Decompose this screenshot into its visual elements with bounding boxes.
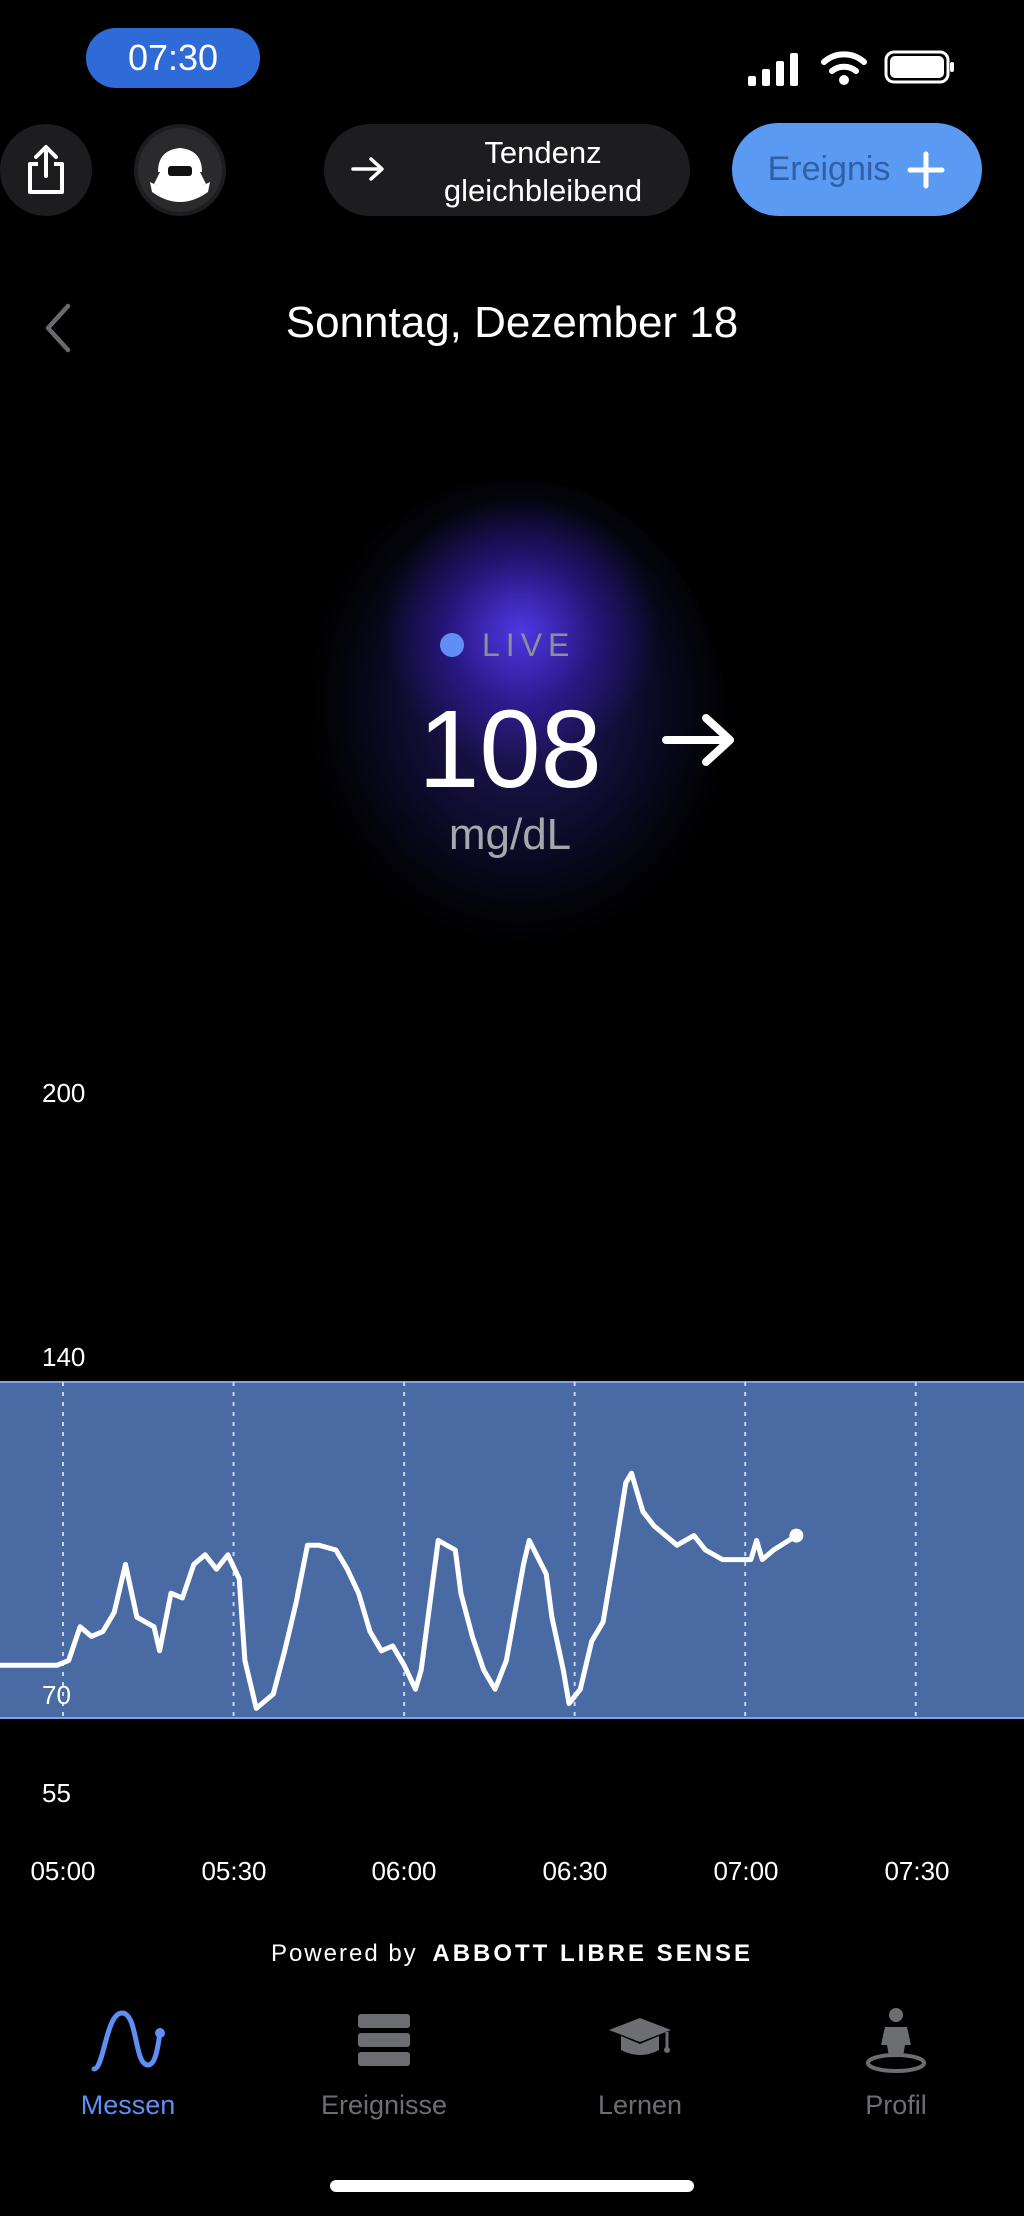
- live-dot: [440, 633, 464, 657]
- share-icon: [28, 145, 64, 194]
- arrow-right-icon: [351, 157, 384, 181]
- x-tick-label: 06:30: [542, 1856, 608, 1886]
- tab-lernen[interactable]: Lernen: [540, 2000, 740, 2121]
- tab-ereignisse[interactable]: Ereignisse: [284, 2000, 484, 2121]
- avatar-icon: [138, 128, 222, 212]
- tab-messen[interactable]: Messen: [28, 2000, 228, 2121]
- target-range-band: [0, 1382, 1024, 1718]
- event-button-label: Ereignis: [767, 150, 891, 188]
- tab-label: Lernen: [597, 2090, 683, 2120]
- powered-by: Powered by ABBOTT LIBRE SENSE: [0, 1940, 1024, 1968]
- share-button[interactable]: [0, 124, 92, 216]
- add-event-button[interactable]: Ereignis: [732, 123, 982, 216]
- home-indicator: [330, 2180, 694, 2192]
- plus-icon: [907, 151, 945, 188]
- powered-prefix: Powered by: [270, 1940, 418, 1967]
- arrow-right-icon: [662, 714, 734, 766]
- tab-label: Ereignisse: [320, 2090, 448, 2120]
- trend-indicator[interactable]: Tendenz gleichbleibend: [324, 124, 690, 216]
- sensor-wave-icon: [91, 2010, 165, 2072]
- x-tick-label: 05:30: [201, 1856, 267, 1886]
- graduation-cap-icon: [609, 2018, 671, 2055]
- live-indicator: LIVE: [440, 625, 575, 665]
- current-reading-point: [789, 1528, 804, 1543]
- cellular-signal-icon: [748, 53, 798, 86]
- y-tick-label: 55: [42, 1778, 71, 1808]
- y-tick-label: 140: [42, 1342, 86, 1372]
- y-tick-label: 70: [42, 1680, 71, 1710]
- powered-brand: ABBOTT LIBRE SENSE: [432, 1940, 754, 1967]
- avatar-button[interactable]: [134, 124, 226, 216]
- wifi-icon: [821, 51, 867, 85]
- tab-label: Messen: [80, 2090, 176, 2120]
- glucose-value: 108: [418, 688, 602, 811]
- status-time: 07:30: [86, 28, 260, 88]
- x-tick-label: 05:00: [30, 1856, 96, 1886]
- glucose-chart: [0, 1381, 1024, 1719]
- person-icon: [866, 2008, 926, 2073]
- date-title: Sonntag, Dezember 18: [285, 298, 739, 347]
- trend-label: Tendenz gleichbleibend: [443, 135, 643, 208]
- live-label: LIVE: [482, 626, 576, 663]
- tab-profil[interactable]: Profil: [796, 2000, 996, 2121]
- battery-icon: [884, 50, 954, 84]
- tab-label: Profil: [865, 2090, 927, 2120]
- tab-bar: Messen Ereignisse Lernen Profil: [0, 2000, 1024, 2150]
- x-tick-label: 06:00: [371, 1856, 437, 1886]
- x-tick-label: 07:30: [884, 1856, 950, 1886]
- glucose-screen: 07:30 Tendenz gleichbleibend Ereignis So…: [0, 0, 1024, 2216]
- x-tick-label: 07:00: [713, 1856, 779, 1886]
- glucose-unit: mg/dL: [448, 810, 572, 859]
- list-icon: [358, 2014, 410, 2066]
- y-tick-label: 200: [42, 1078, 86, 1108]
